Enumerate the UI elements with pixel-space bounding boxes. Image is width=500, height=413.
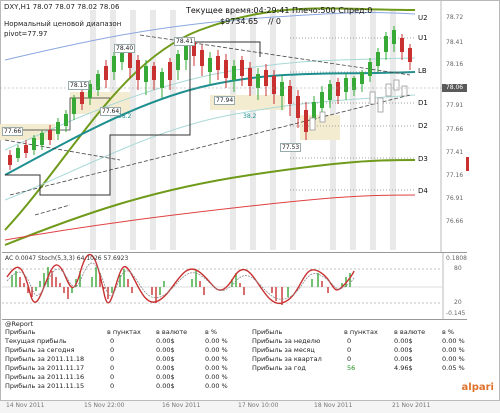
report-cell: 4.96$ — [394, 364, 413, 372]
indicator-tick: -0.145 — [446, 310, 466, 317]
time-tick: 16 Nov 2011 — [162, 402, 201, 409]
report-row-label: Прибыль за 2011.11.17 — [5, 364, 85, 372]
price-tick: 78.16 — [446, 61, 464, 68]
report-row-label: Прибыль за 2011.11.18 — [5, 355, 85, 363]
level-d1: D1 — [418, 99, 428, 107]
report-cell: 0.00 % — [205, 337, 228, 345]
indicator-panel[interactable]: AC 0.0047 Stoch(5,3,3) 64.1026 57.6923 0… — [2, 252, 467, 320]
report-col-header: в пунктах — [107, 328, 141, 336]
report-cell: 0.00$ — [156, 355, 175, 363]
price-tick: 78.41 — [446, 39, 464, 46]
oscillator-chart — [2, 253, 444, 319]
pivot-range-label: Нормальный ценовой диапазон — [4, 20, 122, 28]
report-cell: 0 — [110, 346, 115, 354]
current-price-tag: 78.06 — [442, 84, 467, 92]
time-axis[interactable]: 14 Nov 2011 15 Nov 22:00 16 Nov 2011 17 … — [0, 400, 500, 413]
report-cell: 0.05 % — [442, 364, 465, 372]
report-cell: 0.00$ — [394, 337, 413, 345]
indicator-tick: 0.1808 — [446, 255, 467, 262]
indicator-label: AC 0.0047 Stoch(5,3,3) 64.1026 57.6923 — [5, 255, 129, 262]
price-box: 77.53 — [280, 143, 302, 152]
report-header: @Report — [5, 320, 34, 328]
report-cell: 0.00 % — [442, 337, 465, 345]
report-row-label: Прибыль за месяц — [252, 346, 315, 354]
indicator-tick: 80 — [454, 265, 462, 272]
report-cell: 0.00$ — [156, 364, 175, 372]
time-tick: 21 Nov 2011 — [392, 402, 431, 409]
report-cell: 0.00 % — [205, 373, 228, 381]
balance-value: $9734.65 — [220, 17, 259, 26]
report-row-label: Прибыль за 2011.11.15 — [5, 382, 85, 390]
price-box: 78.41 — [174, 37, 196, 46]
report-cell: 0.00$ — [156, 373, 175, 381]
level-d2: D2 — [418, 122, 428, 130]
alpari-logo: alpari — [461, 382, 494, 393]
price-tick: 76.66 — [446, 218, 464, 225]
balance-suffix: // 0 — [268, 17, 282, 26]
report-col-header: в % — [205, 328, 218, 336]
report-cell: 0.00 % — [442, 346, 465, 354]
report-cell: 0.00$ — [394, 355, 413, 363]
time-tick: 15 Nov 22:00 — [84, 402, 125, 409]
fib-label: 38.2 — [118, 113, 132, 120]
report-cell: 0 — [110, 337, 115, 345]
report-col-header: Прибыль — [252, 328, 283, 336]
report-col-header: в пунктах — [344, 328, 378, 336]
report-col-header: Прибыль — [5, 328, 36, 336]
indicator-tick: 20 — [454, 299, 462, 306]
report-cell: 0.00 % — [205, 355, 228, 363]
pivot-value-label: pivot=77.97 — [4, 30, 48, 38]
session-bands — [90, 10, 396, 250]
level-lb: LB — [418, 67, 427, 75]
report-cell: 0 — [347, 355, 352, 363]
price-tick: 77.91 — [446, 102, 464, 109]
time-tick: 17 Nov 10:00 — [238, 402, 279, 409]
report-cell: 0.00$ — [394, 346, 413, 354]
report-cell: 0.00$ — [156, 382, 175, 390]
report-cell: 0.00 % — [442, 355, 465, 363]
level-u2: U2 — [418, 14, 428, 22]
report-cell: 0.00 % — [205, 382, 228, 390]
report-row-label: Текущая прибыль — [5, 337, 67, 345]
price-tick: 77.66 — [446, 126, 464, 133]
report-col-header: в валюте — [394, 328, 426, 336]
report-row-label: Прибыль за квартал — [252, 355, 322, 363]
time-tick: 14 Nov 2011 — [6, 402, 45, 409]
price-tick: 76.91 — [446, 195, 464, 202]
symbol-info: DXY,H1 78.07 78.07 78.02 78.06 — [4, 3, 120, 11]
report-cell: 0.00$ — [156, 346, 175, 354]
fib-label: 38.2 — [243, 113, 257, 120]
price-tick: 77.16 — [446, 172, 464, 179]
level-d3: D3 — [418, 155, 428, 163]
report-cell: 0 — [110, 373, 115, 381]
report-cell: 0 — [110, 382, 115, 390]
report-cell: 0.00 % — [205, 364, 228, 372]
level-u1: U1 — [418, 34, 428, 42]
report-col-header: в валюте — [156, 328, 188, 336]
report-row-label: Прибыль за 2011.11.16 — [5, 373, 85, 381]
price-tick: 78.72 — [446, 14, 464, 21]
price-tick: 77.41 — [446, 149, 464, 156]
report-row-label: Прибыль за год — [252, 364, 306, 372]
report-row-label: Прибыль за сегодня — [5, 346, 75, 354]
price-box: 77.66 — [2, 127, 24, 136]
time-tick: 18 Nov 2011 — [314, 402, 353, 409]
profit-report: @Report Прибыль в пунктах в валюте в % Т… — [2, 320, 498, 398]
report-row-label: Прибыль за неделю — [252, 337, 321, 345]
price-box: 78.40 — [114, 44, 136, 53]
report-cell: 0.00$ — [156, 337, 175, 345]
report-cell: 0.00 % — [205, 346, 228, 354]
price-box: 77.94 — [214, 96, 236, 105]
report-cell: 0 — [347, 346, 352, 354]
server-info: Текущее время:04:29:41 Плечо:500 Спред:0 — [186, 6, 373, 15]
report-cell: 0 — [110, 355, 115, 363]
report-cell: 56 — [347, 364, 356, 372]
price-box: 78.15 — [68, 81, 90, 90]
level-d4: D4 — [418, 187, 428, 195]
report-cell: 0 — [347, 337, 352, 345]
report-cell: 0 — [110, 364, 115, 372]
report-col-header: в % — [442, 328, 455, 336]
